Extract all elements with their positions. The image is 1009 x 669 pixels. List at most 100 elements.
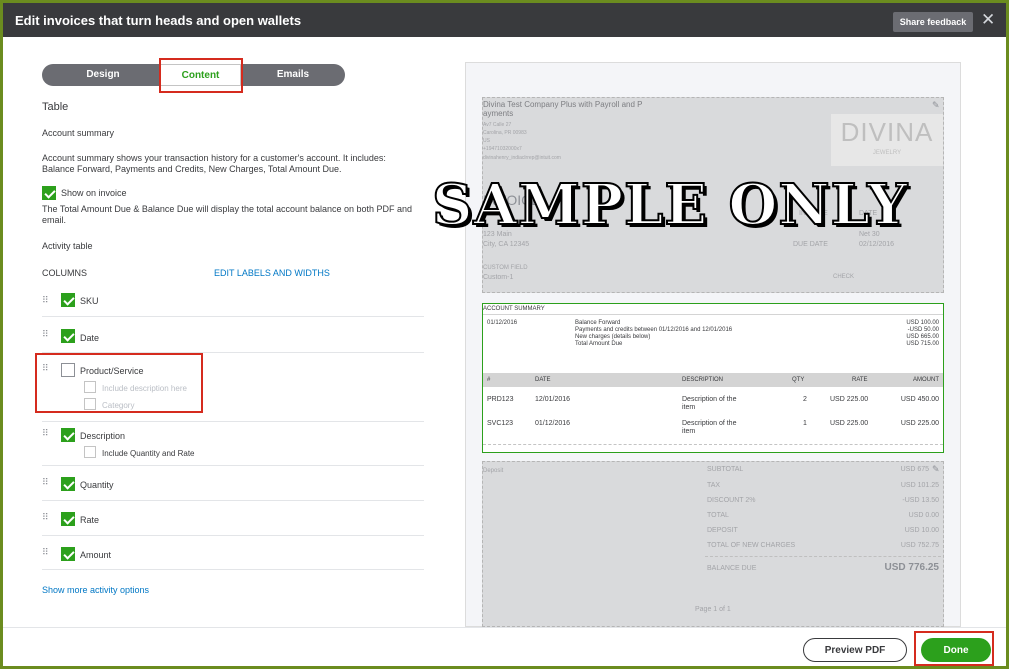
tab-content[interactable]: Content: [160, 64, 241, 86]
divider: [42, 569, 424, 570]
total-note: email.: [42, 215, 67, 225]
divider: [42, 535, 424, 536]
drag-handle-icon[interactable]: ⠿: [42, 547, 49, 558]
drag-handle-icon[interactable]: ⠿: [42, 428, 49, 439]
company-address: US: [483, 138, 490, 144]
total-amount: USD 0.00: [908, 512, 939, 519]
column-description-label: Description: [80, 431, 126, 441]
pencil-icon[interactable]: ✎: [932, 100, 940, 111]
summary-date: 01/12/2016: [487, 320, 518, 326]
divider: [42, 500, 424, 501]
row-description: Description of the: [682, 420, 737, 427]
divider: [42, 421, 424, 422]
column-product-service-label: Product/Service: [80, 366, 144, 376]
company-name: ayments: [483, 109, 514, 118]
table-header-cell: DATE: [535, 377, 551, 383]
row-date: 01/12/2016: [535, 420, 571, 427]
activity-table-label: Activity table: [42, 241, 93, 251]
custom-field-label: CUSTOM FIELD: [483, 265, 528, 271]
invoice-title: INVOICE: [483, 192, 541, 208]
share-feedback-button[interactable]: Share feedback: [893, 12, 973, 32]
summary-line-amount: -USD 50.00: [907, 327, 939, 333]
close-icon[interactable]: ✕: [981, 10, 995, 30]
total-amount: USD 10.00: [904, 527, 939, 534]
column-sku-checkbox[interactable]: [61, 293, 75, 307]
tab-emails[interactable]: Emails: [241, 64, 345, 86]
column-rate-checkbox[interactable]: [61, 512, 75, 526]
edit-labels-link[interactable]: EDIT LABELS AND WIDTHS: [214, 268, 330, 278]
total-amount: -USD 13.50: [902, 497, 939, 504]
section-title: Table: [42, 101, 69, 113]
total-label: TOTAL OF NEW CHARGES: [707, 542, 796, 549]
total-label: DEPOSIT: [707, 527, 738, 534]
pencil-icon[interactable]: ✎: [932, 464, 940, 475]
preview-table-card[interactable]: ACCOUNT SUMMARY 01/12/2016 Balance Forwa…: [482, 303, 944, 453]
column-product-service-checkbox[interactable]: [61, 363, 75, 377]
drag-handle-icon[interactable]: ⠿: [42, 295, 49, 306]
include-quantity-rate-checkbox[interactable]: [84, 446, 96, 458]
row-qty: 1: [803, 420, 807, 427]
balance-due-label: BALANCE DUE: [707, 565, 757, 572]
include-description-label: Include description here: [102, 384, 187, 393]
divider: [483, 444, 943, 445]
terms-value: Net 30: [859, 231, 880, 238]
preview-pdf-button[interactable]: Preview PDF: [803, 638, 907, 662]
row-amount: USD 450.00: [900, 396, 939, 403]
divider: [42, 352, 424, 353]
company-email: divinahenry_indiaclrrep@intuit.com: [483, 155, 561, 161]
summary-line-amount: USD 665.00: [906, 334, 939, 340]
column-description-checkbox[interactable]: [61, 428, 75, 442]
total-note: The Total Amount Due & Balance Due will …: [42, 204, 413, 214]
bill-to-street: 123 Main: [483, 231, 512, 238]
row-sku: PRD123: [487, 396, 514, 403]
row-description: item: [682, 428, 696, 435]
column-sku-label: SKU: [80, 296, 99, 306]
page-number: Page 1 of 1: [695, 606, 731, 613]
total-label: DISCOUNT 2%: [707, 497, 756, 504]
column-date-label: Date: [80, 333, 100, 343]
check-label: CHECK: [833, 274, 855, 280]
account-summary-title: ACCOUNT SUMMARY: [483, 306, 545, 312]
company-logo: DIVINA JEWELRY: [831, 114, 943, 166]
row-rate: USD 225.00: [830, 420, 869, 427]
modal-title: Edit invoices that turn heads and open w…: [15, 13, 302, 28]
table-header-cell: AMOUNT: [913, 377, 939, 383]
row-sku: SVC123: [487, 420, 514, 427]
drag-handle-icon[interactable]: ⠿: [42, 329, 49, 340]
drag-handle-icon[interactable]: ⠿: [42, 477, 49, 488]
company-name: Divina Test Company Plus with Payroll an…: [483, 100, 643, 109]
drag-handle-icon[interactable]: ⠿: [42, 512, 49, 523]
column-date-checkbox[interactable]: [61, 329, 75, 343]
total-label: TOTAL: [707, 512, 729, 519]
balance-due-amount: USD 776.25: [884, 562, 939, 573]
account-summary-desc: Balance Forward, Payments and Credits, N…: [42, 164, 342, 174]
show-on-invoice-checkbox[interactable]: [42, 186, 56, 200]
row-date: 12/01/2016: [535, 396, 571, 403]
preview-header-card[interactable]: Divina Test Company Plus with Payroll an…: [482, 97, 944, 293]
column-quantity-checkbox[interactable]: [61, 477, 75, 491]
total-label: TAX: [707, 482, 721, 489]
preview-footer-card[interactable]: Deposit ✎ SUBTOTAL USD 675 TAX USD 101.2…: [482, 461, 944, 627]
due-date-label: DUE DATE: [793, 241, 828, 248]
divider: [42, 465, 424, 466]
company-phone: +19471032000x7: [483, 146, 522, 152]
column-quantity-label: Quantity: [80, 480, 114, 490]
category-checkbox[interactable]: [84, 398, 96, 410]
total-label: SUBTOTAL: [707, 466, 744, 473]
done-button[interactable]: Done: [921, 638, 991, 662]
deposit-field-label: Deposit: [483, 468, 504, 474]
divider: [42, 316, 424, 317]
drag-handle-icon[interactable]: ⠿: [42, 363, 49, 374]
total-amount: USD 752.75: [900, 542, 939, 549]
show-more-activity-link[interactable]: Show more activity options: [42, 585, 149, 595]
date-label: DATE: [859, 210, 878, 217]
include-description-checkbox[interactable]: [84, 381, 96, 393]
modal-header: Edit invoices that turn heads and open w…: [3, 3, 1006, 37]
modal-footer: Preview PDF Done: [3, 627, 1006, 666]
summary-line-label: Payments and credits between 01/12/2016 …: [575, 327, 733, 333]
column-amount-checkbox[interactable]: [61, 547, 75, 561]
company-address: Carolina, PR 00983: [483, 130, 527, 136]
row-qty: 2: [803, 396, 807, 403]
tab-design[interactable]: Design: [42, 64, 164, 86]
column-rate-label: Rate: [80, 515, 100, 525]
